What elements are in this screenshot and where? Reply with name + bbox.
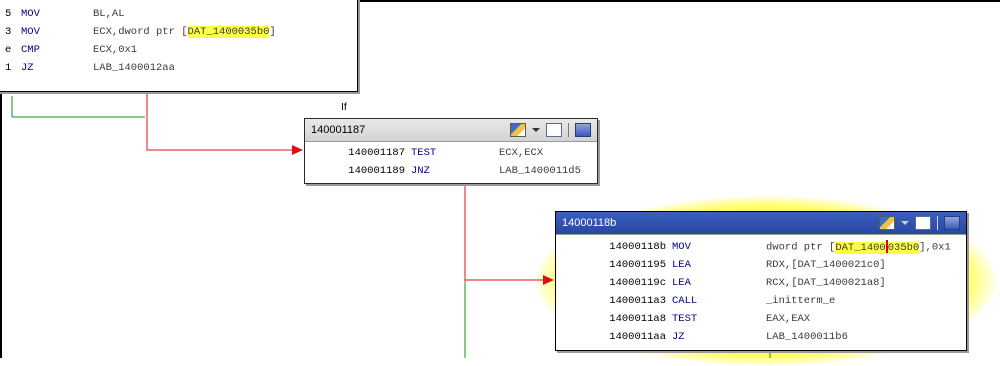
row-address: 1400011aa [609, 331, 666, 343]
code-block-c[interactable]: 14000118b 14000118b MOV dword ptr [DAT_1… [555, 211, 967, 351]
row-operands[interactable]: RCX,[DAT_1400021a8] [760, 277, 886, 289]
row-mnemonic[interactable]: MOV [21, 26, 93, 38]
listing-row[interactable]: e CMP ECX,0x1 [0, 41, 357, 59]
listing-row[interactable]: 140001195 LEA RDX,[DAT_1400021c0] [556, 256, 966, 274]
row-address: 14000119c [609, 277, 666, 289]
row-operands[interactable]: LAB_1400011d5 [467, 165, 581, 177]
row-address: 140001189 [348, 165, 405, 177]
row-mnemonic[interactable]: MOV [666, 241, 760, 253]
pencil-icon[interactable] [879, 216, 895, 230]
row-address: 14000118b [609, 241, 666, 253]
row-mnemonic[interactable]: LEA [666, 277, 760, 289]
row-address: 1400011a3 [609, 295, 666, 307]
row-address: 140001195 [609, 259, 666, 271]
row-mnemonic[interactable]: MOV [21, 8, 93, 20]
chevron-down-icon[interactable] [532, 124, 540, 136]
block-header[interactable]: 140001187 [305, 119, 597, 142]
row-mnemonic[interactable]: TEST [405, 147, 467, 159]
row-operands[interactable]: LAB_1400011b6 [760, 331, 848, 343]
branch-label: If [341, 101, 347, 113]
row-operands[interactable]: ECX,0x1 [93, 44, 137, 56]
edge-b-to-c [464, 184, 543, 281]
row-operands[interactable]: ECX,ECX [467, 147, 543, 159]
row-operands[interactable]: EAX,EAX [760, 313, 810, 325]
block-title: 140001187 [311, 124, 366, 136]
window-icon[interactable] [546, 123, 562, 137]
listing-row[interactable]: 14000118b MOV dword ptr [DAT_1400 035b0],… [556, 238, 966, 256]
arrowhead-b-to-c [543, 275, 554, 285]
row-address: 140001187 [348, 147, 405, 159]
listing-row[interactable]: 5 MOV BL,AL [0, 5, 357, 23]
snapshot-icon[interactable] [944, 216, 960, 230]
chevron-down-icon[interactable] [901, 217, 909, 229]
listing-row[interactable]: 1 JZ LAB_1400012aa [0, 59, 357, 77]
highlighted-symbol[interactable]: DAT_1400035b0 [187, 26, 270, 38]
listing-row[interactable]: 3 MOV ECX,dword ptr [DAT_1400035b0] [0, 23, 357, 41]
row-mnemonic[interactable]: LEA [666, 259, 760, 271]
row-operands[interactable]: _initterm_e [760, 295, 835, 307]
row-mnemonic[interactable]: TEST [666, 313, 760, 325]
row-mnemonic[interactable]: JZ [666, 331, 760, 343]
operand-text: ECX,dword ptr [ [93, 26, 188, 38]
pencil-icon[interactable] [510, 123, 526, 137]
row-address: 5 [5, 8, 12, 20]
row-operands[interactable]: ECX,dword ptr [DAT_1400035b0] [93, 26, 276, 38]
row-mnemonic[interactable]: JZ [21, 62, 93, 74]
block-header[interactable]: 14000118b [556, 212, 966, 235]
operand-text: dword ptr [ [766, 241, 836, 254]
snapshot-icon[interactable] [575, 123, 591, 137]
operand-text: ] [269, 26, 276, 38]
row-address: 1 [5, 62, 12, 74]
edge-a-to-b [146, 92, 292, 151]
row-operands[interactable]: dword ptr [DAT_1400 035b0],0x1 [760, 240, 951, 254]
row-address: 1400011a8 [609, 313, 666, 325]
row-operands[interactable]: LAB_1400012aa [93, 62, 175, 74]
operand-text: ],0x1 [919, 241, 951, 254]
code-block-a[interactable]: 5 MOV BL,AL 3 MOV ECX,dword ptr [DAT_140… [0, 0, 358, 92]
listing-row[interactable]: 1400011aa JZ LAB_1400011b6 [556, 328, 966, 346]
row-mnemonic[interactable]: CALL [666, 295, 760, 307]
row-operands[interactable]: BL,AL [93, 8, 125, 20]
operand-text: BL,AL [93, 8, 125, 20]
code-block-b[interactable]: 140001187 140001187 TEST ECX,ECX 1400011… [304, 118, 598, 184]
symbol-part: DAT_1400 [835, 241, 886, 254]
window-icon[interactable] [915, 216, 931, 230]
symbol-part: 035b0 [887, 241, 920, 254]
block-toolbar [879, 216, 960, 230]
arrowhead-a-to-b [292, 145, 303, 155]
row-operands[interactable]: RDX,[DAT_1400021c0] [760, 259, 886, 271]
block-title: 14000118b [562, 217, 617, 229]
operand-text: ECX,0x1 [93, 44, 138, 56]
toolbar-divider [568, 123, 569, 137]
row-address: 3 [5, 26, 12, 38]
toolbar-divider [937, 216, 938, 230]
row-address: e [5, 44, 12, 56]
row-mnemonic[interactable]: CMP [21, 44, 93, 56]
listing-row[interactable]: 140001187 TEST ECX,ECX [305, 144, 597, 162]
listing-row[interactable]: 140001189 JNZ LAB_1400011d5 [305, 162, 597, 180]
listing-row[interactable]: 14000119c LEA RCX,[DAT_1400021a8] [556, 274, 966, 292]
operand-text: LAB_1400012aa [93, 62, 175, 74]
highlighted-symbol[interactable]: DAT_1400035b0 [835, 240, 920, 254]
row-mnemonic[interactable]: JNZ [405, 165, 467, 177]
listing-row[interactable]: 1400011a8 TEST EAX,EAX [556, 310, 966, 328]
block-toolbar [510, 123, 591, 137]
function-graph-canvas[interactable]: 5 MOV BL,AL 3 MOV ECX,dword ptr [DAT_140… [0, 0, 1000, 366]
listing-row[interactable]: 1400011a3 CALL _initterm_e [556, 292, 966, 310]
